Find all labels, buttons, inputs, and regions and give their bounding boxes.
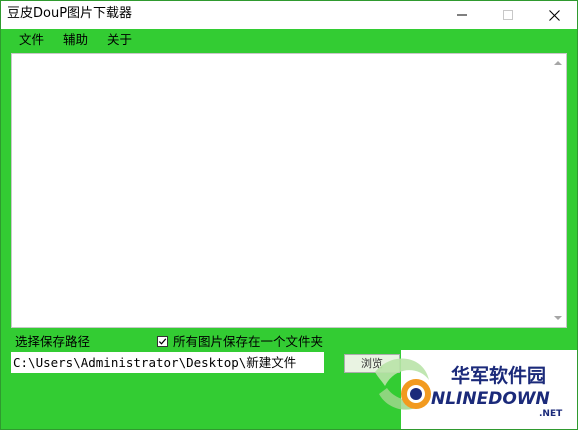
menu-bar: 文件 辅助 关于 — [1, 29, 577, 51]
close-button[interactable] — [531, 1, 577, 29]
menu-file[interactable]: 文件 — [17, 31, 46, 49]
maximize-button[interactable] — [485, 1, 531, 29]
maximize-icon — [503, 10, 513, 20]
app-window: 豆皮DouP图片下载器 文件 辅助 关于 选择保存路径 所有图片保存在一个文件夹… — [0, 0, 578, 430]
watermark-logo: 华军软件园 NLINEDOWN .NET — [375, 350, 577, 429]
vertical-scrollbar[interactable] — [550, 54, 566, 327]
menu-tools[interactable]: 辅助 — [61, 31, 90, 49]
title-bar[interactable]: 豆皮DouP图片下载器 — [1, 1, 577, 29]
image-list[interactable] — [11, 53, 567, 328]
watermark-tld-text: .NET — [539, 409, 563, 419]
close-icon — [548, 9, 560, 21]
checkmark-icon — [158, 338, 167, 345]
minimize-button[interactable] — [439, 1, 485, 29]
save-path-input[interactable] — [11, 352, 324, 373]
watermark-cn-text: 华军软件园 — [451, 364, 546, 387]
single-folder-checkbox[interactable]: 所有图片保存在一个文件夹 — [157, 333, 323, 350]
checkbox-box[interactable] — [157, 336, 168, 347]
scroll-up-icon[interactable] — [554, 61, 562, 65]
minimize-icon — [457, 14, 467, 16]
scroll-down-icon[interactable] — [554, 316, 562, 320]
checkbox-label: 所有图片保存在一个文件夹 — [173, 333, 324, 349]
menu-about[interactable]: 关于 — [105, 31, 134, 49]
save-path-label: 选择保存路径 — [15, 334, 91, 349]
window-title: 豆皮DouP图片下载器 — [7, 6, 133, 21]
watermark-en-text: NLINEDOWN — [431, 389, 550, 409]
